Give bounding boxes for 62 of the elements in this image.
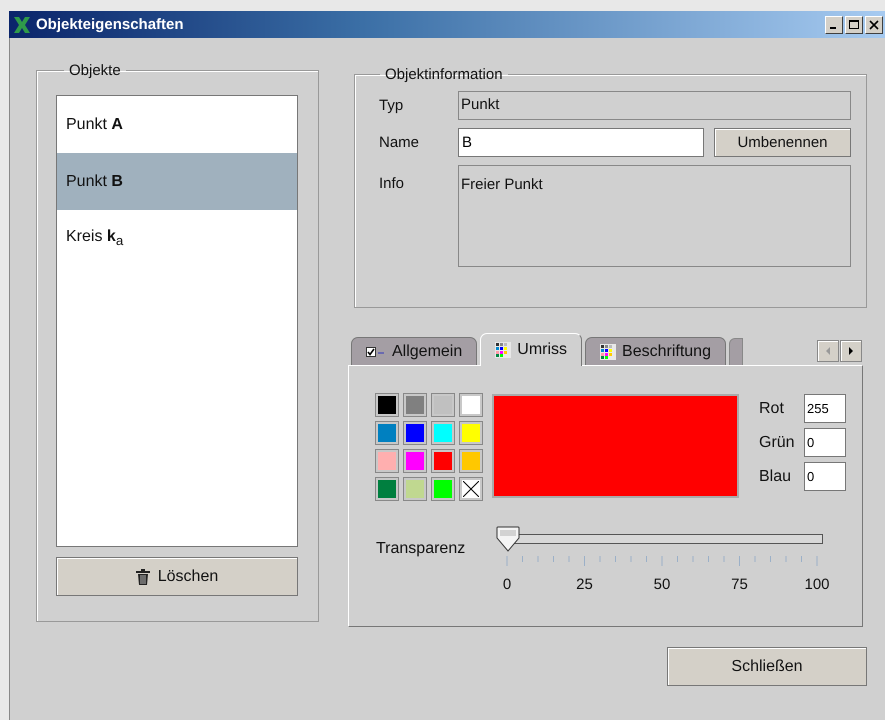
checkbox-icon <box>366 346 386 358</box>
field-label: Info <box>378 174 406 192</box>
field-label: Rot <box>759 400 785 418</box>
name-field[interactable]: B <box>458 128 704 157</box>
field-label: Blau <box>759 468 792 486</box>
value-field[interactable]: 255 <box>804 394 846 423</box>
color-swatch[interactable] <box>404 422 426 444</box>
palette-icon <box>495 342 512 358</box>
minimize-button[interactable] <box>825 16 843 34</box>
value-field[interactable]: 0 <box>804 462 846 491</box>
close-button[interactable] <box>865 16 883 34</box>
window-title: Objekteigenschaften <box>36 16 184 33</box>
type-field: Punkt <box>458 91 851 120</box>
info-field: Freier Punkt <box>458 165 851 267</box>
color-swatch[interactable] <box>376 422 398 444</box>
maximize-button[interactable] <box>845 16 863 34</box>
rename-button[interactable]: Umbenennen <box>714 128 851 157</box>
partial-tab[interactable] <box>728 338 743 365</box>
list-item[interactable]: Punkt B <box>57 153 297 210</box>
cross-icon <box>12 14 32 34</box>
color-swatch[interactable] <box>376 450 398 472</box>
color-swatch[interactable] <box>376 394 398 416</box>
tick-label: 50 <box>654 576 670 593</box>
slider-thumb[interactable] <box>496 526 520 552</box>
color-swatch[interactable] <box>460 422 482 444</box>
left-arrow-icon <box>824 346 832 356</box>
close-dialog-button[interactable]: Schließen <box>667 647 867 686</box>
field-label: Name <box>378 134 420 151</box>
minimize-icon <box>830 27 836 29</box>
tab[interactable]: Allgemein <box>351 337 478 365</box>
group-title: Objekte <box>68 62 122 79</box>
color-swatch[interactable] <box>460 478 482 500</box>
maximize-icon <box>849 20 859 30</box>
scroll-right-button[interactable] <box>840 340 862 362</box>
trash-icon <box>136 568 150 584</box>
color-swatch[interactable] <box>432 422 454 444</box>
slider-label: Transparenz <box>376 539 466 559</box>
color-swatch[interactable] <box>404 394 426 416</box>
list-item[interactable]: Kreis k$_{a}$ <box>57 210 297 267</box>
color-swatch[interactable] <box>460 394 482 416</box>
tick-label: 100 <box>804 576 830 593</box>
group-title: Objektinformation <box>384 66 504 83</box>
tick-label: 25 <box>576 576 593 593</box>
field-label: Grün <box>759 434 796 452</box>
value-field[interactable]: 0 <box>804 428 846 457</box>
field-label: Typ <box>378 97 404 114</box>
color-swatch[interactable] <box>404 450 426 472</box>
list-item[interactable]: Punkt A <box>57 96 297 153</box>
color-swatch[interactable] <box>432 478 454 500</box>
tab[interactable]: Beschriftung <box>585 337 726 365</box>
close-icon <box>869 20 879 30</box>
right-arrow-icon <box>847 346 855 356</box>
tick-label: 75 <box>731 576 748 593</box>
palette-icon <box>600 344 616 360</box>
delete-button[interactable]: Löschen <box>56 557 298 596</box>
tick-label: 0 <box>502 576 512 593</box>
color-swatch[interactable] <box>404 478 426 500</box>
tab[interactable]: Umriss <box>480 333 582 366</box>
color-swatch[interactable] <box>376 478 398 500</box>
color-swatch[interactable] <box>460 450 482 472</box>
color-swatch[interactable] <box>432 394 454 416</box>
color-swatch[interactable] <box>432 450 454 472</box>
